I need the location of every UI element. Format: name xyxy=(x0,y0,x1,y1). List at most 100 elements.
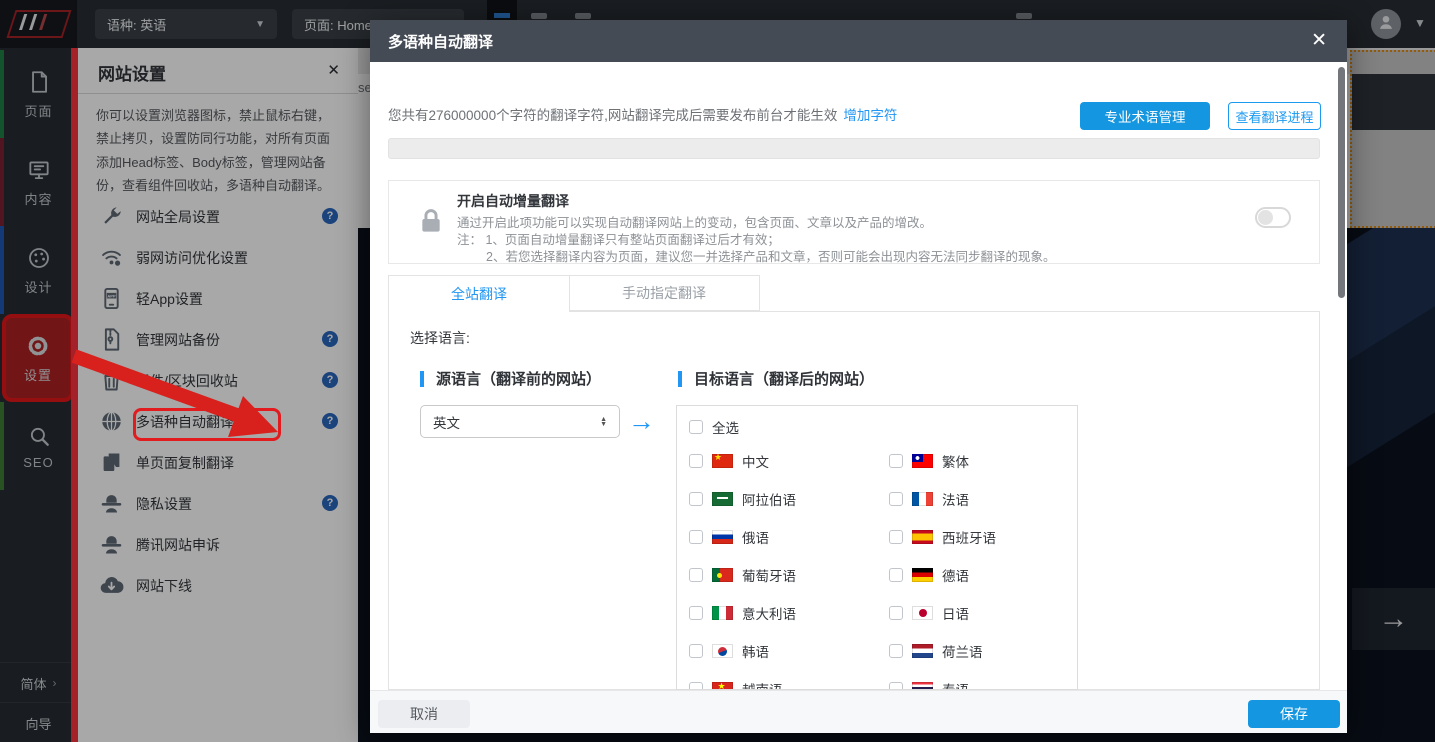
language-option-label: 西班牙语 xyxy=(942,527,996,547)
fr-flag-icon xyxy=(912,492,933,506)
blue-bar xyxy=(678,371,682,387)
language-option-vn[interactable]: 越南语 xyxy=(689,670,783,690)
language-option-pt[interactable]: 葡萄牙语 xyxy=(689,556,796,594)
choose-language-label: 选择语言: xyxy=(410,328,470,348)
language-option-label: 日语 xyxy=(942,603,969,623)
blue-bar xyxy=(420,371,424,387)
translation-progress-bar xyxy=(388,138,1320,159)
language-option-cn[interactable]: 中文 xyxy=(689,442,769,480)
kr-flag-icon xyxy=(712,644,733,658)
terminology-button[interactable]: 专业术语管理 xyxy=(1080,102,1210,130)
language-row: 葡萄牙语 德语 xyxy=(677,556,1077,594)
translate-modal: 多语种自动翻译 ✕ 您共有276000000个字符的翻译字符,网站翻译完成后需要… xyxy=(370,20,1347,733)
checkbox[interactable] xyxy=(889,682,903,690)
modal-title: 多语种自动翻译 xyxy=(388,31,493,52)
language-option-label: 意大利语 xyxy=(742,603,796,623)
language-option-label: 繁体 xyxy=(942,451,969,471)
incremental-line3: 2、若您选择翻译内容为页面，建议您一并选择产品和文章，否则可能会出现内容无法同步… xyxy=(486,246,1055,265)
toggle-knob xyxy=(1258,210,1273,225)
checkbox[interactable] xyxy=(889,644,903,658)
checkbox[interactable] xyxy=(689,420,703,434)
source-header-label: 源语言（翻译前的网站） xyxy=(436,368,601,389)
target-language-list: 全选中文 繁体阿拉伯语 法语俄语 西班牙语葡萄牙语 德语意大利语 日语韩语 荷兰语越南语 泰语 xyxy=(676,405,1078,690)
language-option-it[interactable]: 意大利语 xyxy=(689,594,796,632)
annotation-red-stripe xyxy=(71,48,78,742)
tab-manual-translate[interactable]: 手动指定翻译 xyxy=(569,275,760,311)
language-option-label: 越南语 xyxy=(742,679,783,690)
checkbox[interactable] xyxy=(689,606,703,620)
language-option-nl[interactable]: 荷兰语 xyxy=(889,632,983,670)
es-flag-icon xyxy=(912,530,933,544)
language-option-tw[interactable]: 繁体 xyxy=(889,442,969,480)
jp-flag-icon xyxy=(912,606,933,620)
checkbox[interactable] xyxy=(889,530,903,544)
language-option-kr[interactable]: 韩语 xyxy=(689,632,769,670)
save-button[interactable]: 保存 xyxy=(1248,700,1340,728)
it-flag-icon xyxy=(712,606,733,620)
modal-footer: 取消 保存 xyxy=(370,690,1347,733)
checkbox[interactable] xyxy=(689,644,703,658)
language-option-label: 全选 xyxy=(712,417,739,437)
language-row: 越南语 泰语 xyxy=(677,670,1077,690)
language-option-fr[interactable]: 法语 xyxy=(889,480,969,518)
language-option-label: 法语 xyxy=(942,489,969,509)
language-option-select-all[interactable]: 全选 xyxy=(689,408,739,446)
incremental-title: 开启自动增量翻译 xyxy=(457,191,569,211)
nl-flag-icon xyxy=(912,644,933,658)
checkbox[interactable] xyxy=(689,530,703,544)
vn-flag-icon xyxy=(712,682,733,690)
modal-scrollbar[interactable] xyxy=(1338,67,1345,298)
language-option-label: 韩语 xyxy=(742,641,769,661)
source-language-header: 源语言（翻译前的网站） xyxy=(420,368,601,389)
source-language-select[interactable]: 英文 ▲▼ xyxy=(420,405,620,438)
target-header-label: 目标语言（翻译后的网站） xyxy=(694,368,874,389)
th-flag-icon xyxy=(912,682,933,690)
language-row: 意大利语 日语 xyxy=(677,594,1077,632)
language-option-de[interactable]: 德语 xyxy=(889,556,969,594)
screen: 语种: 英语 ▼ 页面: Home ▼ ▼ 页面内容设计设置SEO简体›向导 网… xyxy=(0,0,1435,742)
pt-flag-icon xyxy=(712,568,733,582)
language-option-label: 阿拉伯语 xyxy=(742,489,796,509)
sa-flag-icon xyxy=(712,492,733,506)
language-option-label: 荷兰语 xyxy=(942,641,983,661)
language-option-label: 中文 xyxy=(742,451,769,471)
de-flag-icon xyxy=(912,568,933,582)
modal-header: 多语种自动翻译 ✕ xyxy=(370,20,1347,62)
incremental-toggle[interactable] xyxy=(1255,207,1291,228)
tw-flag-icon xyxy=(912,454,933,468)
checkbox[interactable] xyxy=(689,454,703,468)
source-select-value: 英文 xyxy=(433,412,460,432)
language-row: 阿拉伯语 法语 xyxy=(677,480,1077,518)
incremental-translation-box: 开启自动增量翻译 通过开启此项功能可以实现自动翻译网站上的变动，包含页面、文章以… xyxy=(388,180,1320,264)
target-language-header: 目标语言（翻译后的网站） xyxy=(678,368,874,389)
add-characters-link[interactable]: 增加字符 xyxy=(843,108,897,123)
language-option-label: 葡萄牙语 xyxy=(742,565,796,585)
checkbox[interactable] xyxy=(889,454,903,468)
tab-full-site-translate[interactable]: 全站翻译 xyxy=(388,275,570,312)
select-stepper-icon: ▲▼ xyxy=(600,417,607,427)
language-option-label: 德语 xyxy=(942,565,969,585)
mapping-arrow-icon: → xyxy=(628,406,655,437)
language-option-sa[interactable]: 阿拉伯语 xyxy=(689,480,796,518)
cn-flag-icon xyxy=(712,454,733,468)
language-row: 俄语 西班牙语 xyxy=(677,518,1077,556)
checkbox[interactable] xyxy=(889,606,903,620)
checkbox[interactable] xyxy=(689,568,703,582)
language-option-ru[interactable]: 俄语 xyxy=(689,518,769,556)
language-option-th[interactable]: 泰语 xyxy=(889,670,969,690)
checkbox[interactable] xyxy=(889,492,903,506)
lock-icon xyxy=(415,203,447,239)
modal-close-icon[interactable]: ✕ xyxy=(1311,29,1327,52)
quota-text-value: 您共有276000000个字符的翻译字符,网站翻译完成后需要发布前台才能生效 xyxy=(388,108,837,123)
checkbox[interactable] xyxy=(689,682,703,690)
quota-text: 您共有276000000个字符的翻译字符,网站翻译完成后需要发布前台才能生效增加… xyxy=(388,104,897,124)
language-row: 韩语 荷兰语 xyxy=(677,632,1077,670)
language-option-es[interactable]: 西班牙语 xyxy=(889,518,996,556)
language-option-jp[interactable]: 日语 xyxy=(889,594,969,632)
language-row: 中文 繁体 xyxy=(677,442,1077,480)
cancel-button[interactable]: 取消 xyxy=(378,700,470,728)
select-all-row: 全选 xyxy=(677,408,1077,446)
view-progress-button[interactable]: 查看翻译进程 xyxy=(1228,102,1321,130)
checkbox[interactable] xyxy=(889,568,903,582)
checkbox[interactable] xyxy=(689,492,703,506)
